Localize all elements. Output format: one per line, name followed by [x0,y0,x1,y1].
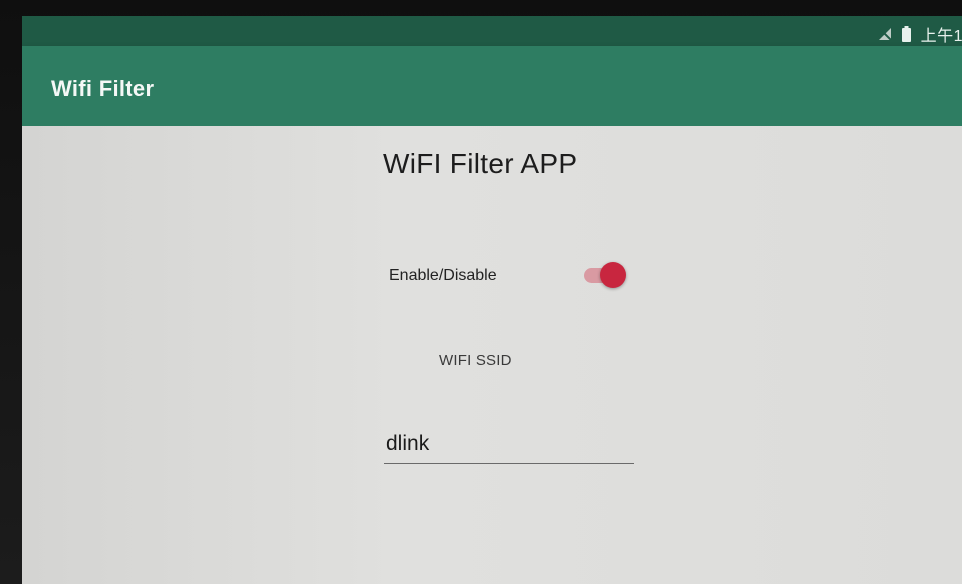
enable-toggle-switch[interactable] [582,259,628,291]
page-heading: WiFI Filter APP [383,148,578,179]
ssid-underline [384,463,634,464]
battery-icon [901,26,911,42]
app-title: Wifi Filter [51,76,155,101]
toggle-thumb [600,262,626,288]
ssid-input[interactable] [384,426,634,462]
ssid-field [384,426,634,466]
status-bar: 上午1: [22,16,962,46]
status-icons: 上午1: [877,22,962,46]
no-sim-icon [877,27,892,41]
screen: 上午1: Wifi Filter WiFI Filter APP Enable/… [22,16,962,584]
device-frame: 上午1: Wifi Filter WiFI Filter APP Enable/… [0,0,962,584]
app-bar: Wifi Filter [22,46,962,126]
main-content: WiFI Filter APP Enable/Disable WIFI SSID [22,126,962,584]
status-time: 上午1: [920,28,962,45]
enable-disable-label: Enable/Disable [389,267,497,284]
wifi-ssid-label: WIFI SSID [439,352,512,369]
